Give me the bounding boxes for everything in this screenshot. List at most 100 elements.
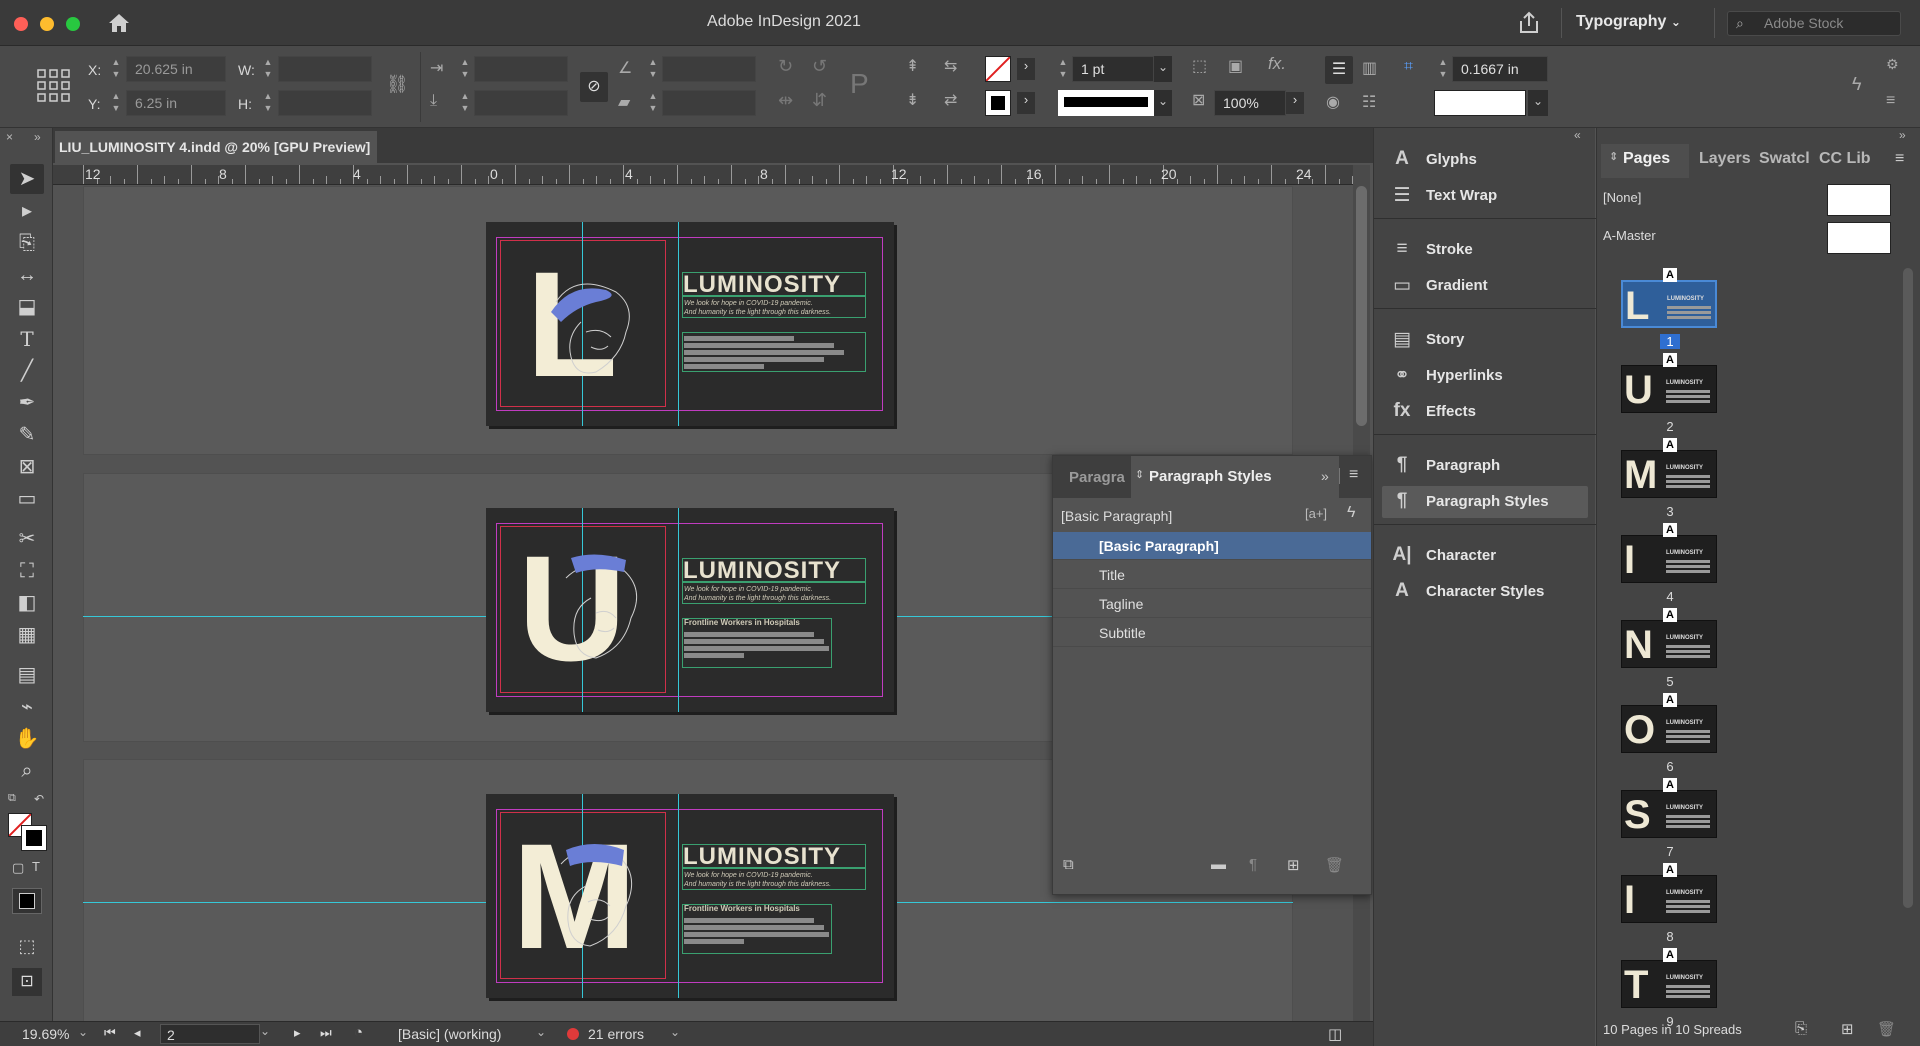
fill-none-swatch[interactable] [985,56,1011,82]
dock-item-paragraph[interactable]: ¶ Paragraph [1374,448,1596,484]
gradient-feather-tool-icon[interactable]: ▦ [12,621,42,649]
a-master-label[interactable]: A-Master [1603,228,1656,243]
dock-item-effects[interactable]: fx Effects [1374,394,1596,430]
preflight-icon[interactable]: ◔ [354,1024,363,1041]
collapse-panel-icon[interactable]: » [1899,128,1906,142]
split-view-icon[interactable]: ◫ [1328,1025,1342,1043]
w-field[interactable] [278,56,372,82]
document-page[interactable]: L LUMINOSITY We look for hope in COVID-1… [486,222,894,426]
scale-y-stepper[interactable]: ▲ ▼ [458,90,472,116]
scale-x-field[interactable] [474,56,568,82]
flip-horizontal-icon[interactable]: ⇹ [778,90,793,111]
none-master-label[interactable]: [None] [1603,190,1641,205]
page-thumbnail[interactable]: I LUMINOSITY [1621,875,1717,923]
scale-y-field[interactable] [474,90,568,116]
dock-item-paragraph-styles[interactable]: ¶ Paragraph Styles [1374,484,1596,520]
last-page-icon[interactable]: ⏭ [320,1025,332,1041]
dock-item-stroke[interactable]: ≡ Stroke [1374,232,1596,268]
panel-menu-icon[interactable]: ≡ [1349,466,1358,484]
rotate-field[interactable] [662,56,756,82]
preflight-profile[interactable]: [Basic] (working) [398,1026,501,1042]
rectangle-tool-icon[interactable]: ▭ [12,485,42,513]
document-page[interactable]: M LUMINOSITY We look for hope in COVID-1… [486,794,894,998]
rotate-ccw-icon[interactable]: ↺ [812,56,827,77]
rotate-cw-icon[interactable]: ↻ [778,56,793,77]
type-tool-icon[interactable]: T [12,325,42,353]
dock-item-glyphs[interactable]: A Glyphs [1374,142,1596,178]
stroke-swatch[interactable] [985,90,1011,116]
chevron-down-icon[interactable]: ⌄ [536,1025,546,1039]
content-collector-icon[interactable]: ⬓ [12,293,42,321]
screen-mode-icon[interactable]: ⬚ [12,932,42,960]
first-page-icon[interactable]: ⏮ [104,1025,116,1041]
free-transform-tool-icon[interactable]: ⛶ [12,557,42,585]
share-icon[interactable] [1516,10,1542,36]
select-previous-icon[interactable]: ⇆ [944,56,957,76]
reference-point-icon[interactable] [36,68,72,104]
tab-swatches[interactable]: Swatcl [1759,150,1810,168]
x-field[interactable]: 20.625 in [126,56,226,82]
page-number[interactable]: 4 [1660,589,1680,604]
new-style-from-selection-icon[interactable]: [a+] [1305,506,1327,521]
clear-overrides-icon[interactable]: ¶ [1249,856,1257,873]
next-page-icon[interactable]: ▸ [294,1025,301,1041]
delete-page-icon[interactable]: 🗑 [1877,1020,1896,1038]
y-field[interactable]: 6.25 in [126,90,226,116]
adobe-stock-search[interactable]: ⌕ Adobe Stock [1727,11,1901,36]
formatting-container-icon[interactable]: ▢ [12,860,24,876]
w-stepper[interactable]: ▲ ▼ [261,56,275,82]
frame-fitting-icon[interactable]: ▣ [1228,56,1243,76]
edit-page-size-icon[interactable]: ⎘ [1795,1020,1807,1037]
tab-paragraph-styles[interactable]: ⇕ Paragraph Styles [1131,456,1339,498]
zoom-tool-icon[interactable]: ⌕ [12,757,42,785]
text-wrap-jump-icon[interactable]: ☷ [1362,92,1376,112]
stroke-menu-button[interactable]: › [1017,92,1035,114]
page-thumbnail[interactable]: M LUMINOSITY [1621,450,1717,498]
style-item[interactable]: Tagline [1053,590,1371,618]
style-item[interactable]: Subtitle [1053,619,1371,647]
dock-item-character[interactable]: A| Character [1374,538,1596,574]
chevron-down-icon[interactable]: ⌄ [670,1025,680,1039]
opacity-menu-button[interactable]: › [1286,92,1304,114]
shear-icon[interactable]: ▰ [618,92,630,112]
scrollbar-thumb[interactable] [1356,186,1367,426]
scale-y-icon[interactable]: ⤓ [430,92,437,110]
select-container-icon[interactable]: ⇞ [906,56,919,76]
expand-icon[interactable]: » [34,130,41,144]
h-stepper[interactable]: ▲ ▼ [261,90,275,116]
constrain-proportions-icon[interactable]: ⛓ [386,74,409,95]
quick-apply-icon[interactable]: ϟ [1347,504,1355,522]
chevron-down-icon[interactable]: ⌄ [78,1025,88,1039]
page-thumbnail[interactable]: T LUMINOSITY [1621,960,1717,1008]
fitting-icon[interactable]: ⬚ [1192,56,1207,76]
stroke-weight-field[interactable]: 1 pt [1072,56,1154,82]
flip-vertical-icon[interactable]: ⇵ [812,90,827,111]
chevron-down-icon[interactable]: ⌄ [1154,90,1172,116]
pencil-tool-icon[interactable]: ✎ [12,421,42,449]
rotate-stepper[interactable]: ▲ ▼ [646,56,660,82]
line-tool-icon[interactable]: ╱ [12,357,42,385]
page-number-field[interactable]: 2 [160,1024,260,1044]
dock-item-hyperlinks[interactable]: ⚭ Hyperlinks [1374,358,1596,394]
corner-stepper[interactable]: ▲ ▼ [1436,56,1450,82]
page-thumbnail[interactable]: N LUMINOSITY [1621,620,1717,668]
eyedropper-tool-icon[interactable]: ⌁ [12,693,42,721]
page-number[interactable]: 6 [1660,759,1680,774]
page-number[interactable]: 3 [1660,504,1680,519]
x-stepper[interactable]: ▲ ▼ [109,56,123,82]
new-style-icon[interactable]: ⊞ [1287,856,1300,874]
y-stepper[interactable]: ▲ ▼ [109,90,123,116]
opacity-icon[interactable]: ⊠ [1192,90,1205,110]
workspace-switcher[interactable]: Typography ⌄ [1576,13,1681,31]
opacity-field[interactable]: 100% [1214,90,1286,116]
hand-tool-icon[interactable]: ✋ [12,725,42,753]
select-content-icon[interactable]: ⇟ [906,90,919,110]
dock-item-character-styles[interactable]: A Character Styles [1374,574,1596,610]
chevron-down-icon[interactable]: ⌄ [260,1024,276,1044]
text-wrap-shape-icon[interactable]: ◉ [1326,92,1340,112]
gap-tool-icon[interactable]: ↔ [12,261,42,289]
note-tool-icon[interactable]: ▤ [12,661,42,689]
zoom-level[interactable]: 19.69% [22,1026,69,1042]
rectangle-frame-tool-icon[interactable]: ⊠ [12,453,42,481]
corner-shape-field[interactable] [1434,90,1526,116]
